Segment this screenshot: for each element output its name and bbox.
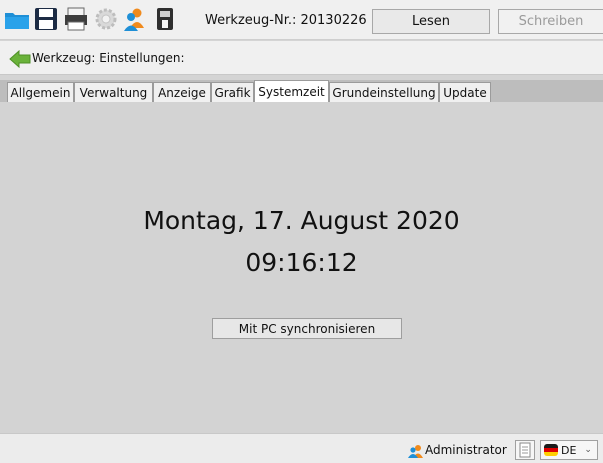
system-time: 09:16:12: [245, 248, 358, 277]
main-toolbar: Werkzeug-Nr.: 20130226 Lesen Schreiben: [0, 0, 603, 40]
tool-number-label: Werkzeug-Nr.: 20130226: [205, 13, 367, 28]
tab-grundeinstellung[interactable]: Grundeinstellung: [329, 82, 439, 102]
device-icon[interactable]: [152, 5, 178, 33]
breadcrumb-title: Werkzeug: Einstellungen:: [32, 51, 185, 65]
save-icon[interactable]: [33, 5, 59, 33]
settings-tabs: Allgemein Verwaltung Anzeige Grafik Syst…: [0, 80, 603, 102]
system-date: Montag, 17. August 2020: [143, 206, 460, 235]
language-select[interactable]: DE ⌄: [540, 440, 598, 460]
back-arrow-icon[interactable]: [9, 49, 31, 69]
document-icon[interactable]: [515, 440, 535, 460]
sync-with-pc-button[interactable]: Mit PC synchronisieren: [212, 318, 402, 339]
write-button[interactable]: Schreiben: [498, 9, 603, 34]
print-icon[interactable]: [63, 5, 89, 33]
tab-systemzeit[interactable]: Systemzeit: [254, 80, 329, 102]
tab-grafik[interactable]: Grafik: [211, 82, 254, 102]
tab-anzeige[interactable]: Anzeige: [153, 82, 211, 102]
users-icon[interactable]: [122, 5, 148, 33]
current-user-name: Administrator: [425, 443, 507, 457]
tab-allgemein[interactable]: Allgemein: [7, 82, 74, 102]
tab-verwaltung[interactable]: Verwaltung: [74, 82, 153, 102]
language-code: DE: [561, 443, 577, 457]
tab-update[interactable]: Update: [439, 82, 491, 102]
user-icon: [408, 443, 424, 458]
settings-gear-icon[interactable]: [93, 5, 119, 33]
german-flag-icon: [544, 444, 558, 456]
systemtime-panel: Montag, 17. August 2020 09:16:12 Mit PC …: [0, 102, 603, 433]
read-button[interactable]: Lesen: [372, 9, 490, 34]
chevron-down-icon: ⌄: [584, 445, 592, 455]
open-folder-icon[interactable]: [4, 5, 30, 33]
navigation-bar: Werkzeug: Einstellungen:: [0, 41, 603, 75]
status-bar: Administrator DE ⌄: [0, 433, 603, 463]
